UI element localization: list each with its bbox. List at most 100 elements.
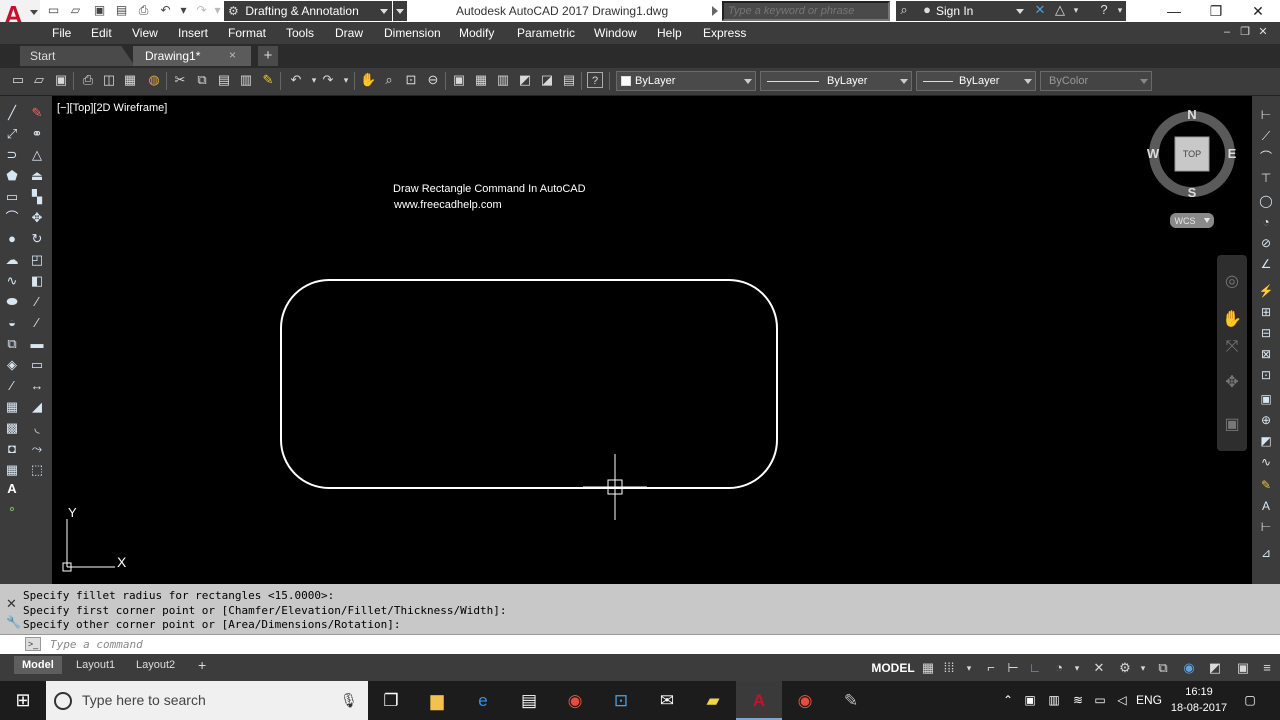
linear-dimension-icon[interactable]: ⊢ <box>1256 106 1276 124</box>
restore-button[interactable]: ❐ <box>1196 0 1236 22</box>
compass-south[interactable]: S <box>1188 185 1197 200</box>
save-as-icon[interactable]: ▤ <box>114 3 129 18</box>
sign-in-button[interactable]: Sign In <box>896 1 1032 21</box>
break-at-point-icon[interactable]: ▬ <box>28 335 46 353</box>
region-icon[interactable]: ◘ <box>3 440 21 458</box>
dimension-break-icon[interactable]: ⊡ <box>1256 366 1276 384</box>
pan-hand-icon[interactable]: ✋ <box>1221 309 1243 331</box>
search-expand-icon[interactable] <box>712 6 718 16</box>
angular-dimension-icon[interactable]: ∠ <box>1256 255 1276 273</box>
chevron-down-icon[interactable]: ▾ <box>338 72 354 88</box>
construction-line-icon[interactable]: ⤢ <box>3 125 21 143</box>
taskbar-clock[interactable]: 16:19 18-08-2017 <box>1166 684 1232 718</box>
tab-close-icon[interactable]: × <box>229 48 241 62</box>
menu-insert[interactable]: Insert <box>178 22 208 44</box>
notifications-icon[interactable]: ▢ <box>1238 681 1262 720</box>
redo-icon[interactable]: ↷ <box>320 72 336 88</box>
redo-icon[interactable]: ↷ <box>194 3 209 18</box>
tray-meet-icon[interactable]: ▥ <box>1044 681 1064 720</box>
menu-express[interactable]: Express <box>703 22 746 44</box>
ortho-mode-icon[interactable]: ∟ <box>1026 659 1044 677</box>
add-selected-icon[interactable]: ∘ <box>3 500 21 518</box>
arc-length-icon[interactable]: ⌒ <box>1256 148 1276 166</box>
doc-close-icon[interactable]: ✕ <box>1256 25 1270 39</box>
menu-draw[interactable]: Draw <box>335 22 363 44</box>
layout-tab-model[interactable]: Model <box>14 656 62 674</box>
chevron-down-icon[interactable]: ▾ <box>1068 659 1086 677</box>
insert-block-icon[interactable]: ⧉ <box>3 335 21 353</box>
dimension-space-icon[interactable]: ⊠ <box>1256 345 1276 363</box>
snap-mode-icon[interactable]: ⁞⁞⁞ <box>940 659 958 677</box>
tolerance-icon[interactable]: ▣ <box>1256 390 1276 408</box>
table-icon[interactable]: ▦ <box>3 461 21 479</box>
offset-icon[interactable]: ⏏ <box>28 167 46 185</box>
showmotion-icon[interactable]: ▣ <box>1221 414 1243 436</box>
model-space-button[interactable]: MODEL <box>870 658 916 678</box>
rectangle-icon[interactable]: ▭ <box>3 188 21 206</box>
dimension-edit-icon[interactable]: ✎ <box>1256 476 1276 494</box>
chevron-down-icon[interactable]: ▾ <box>960 659 978 677</box>
open-folder-icon[interactable]: ▱ <box>68 3 83 18</box>
annotation-title[interactable]: Draw Rectangle Command In AutoCAD <box>393 183 586 195</box>
publish-icon[interactable]: ▦ <box>122 72 138 88</box>
calculator-icon[interactable]: ▤ <box>561 72 577 88</box>
taskbar-search[interactable]: Type here to search <box>46 681 368 720</box>
isolate-objects-icon[interactable]: ◉ <box>1180 659 1198 677</box>
chevron-down-icon[interactable]: ▾ <box>1134 659 1152 677</box>
plotstyle-control-dropdown[interactable]: ByColor <box>1040 71 1152 91</box>
hardware-acceleration-icon[interactable]: ◩ <box>1206 659 1224 677</box>
baseline-dimension-icon[interactable]: ⊞ <box>1256 303 1276 321</box>
chrome-icon[interactable]: ◉ <box>552 681 598 720</box>
dimension-style-icon[interactable]: ⊿ <box>1256 544 1276 562</box>
stay-connected-icon[interactable]: △ <box>1052 2 1068 18</box>
polyline-icon[interactable]: ⊃ <box>3 146 21 164</box>
sticky-notes-icon[interactable]: ▰ <box>690 681 736 720</box>
zoom-window-icon[interactable]: ⊡ <box>403 72 419 88</box>
menu-dimension[interactable]: Dimension <box>384 22 441 44</box>
paste-icon[interactable]: ▤ <box>216 72 232 88</box>
explode-icon[interactable]: ⬚ <box>28 461 46 479</box>
annotation-monitor-icon[interactable]: ⧉ <box>1154 659 1172 677</box>
markup-set-icon[interactable]: ◪ <box>539 72 555 88</box>
layout-tab-layout2[interactable]: Layout2 <box>128 656 183 674</box>
match-properties-icon[interactable]: ✎ <box>260 72 276 88</box>
battery-icon[interactable]: ▭ <box>1090 681 1110 720</box>
binoculars-search-icon[interactable]: ⌕ <box>896 2 912 18</box>
sheet-set-icon[interactable]: ◩ <box>517 72 533 88</box>
autocad-taskbar-icon[interactable]: A <box>736 681 782 720</box>
compass-east[interactable]: E <box>1228 146 1237 161</box>
menu-window[interactable]: Window <box>594 22 637 44</box>
undo-dropdown-icon[interactable]: ▾ <box>176 3 191 18</box>
polygon-icon[interactable]: ⬟ <box>3 167 21 185</box>
center-mark-icon[interactable]: ⊕ <box>1256 411 1276 429</box>
plot-icon[interactable]: ⎙ <box>136 3 151 18</box>
tray-app-icon[interactable]: ▣ <box>1020 681 1040 720</box>
help-icon[interactable]: ? <box>587 72 603 88</box>
array-icon[interactable]: ▚ <box>28 188 46 206</box>
menu-format[interactable]: Format <box>228 22 266 44</box>
ellipse-arc-icon[interactable]: ◒ <box>3 314 21 332</box>
point-icon[interactable]: ⁄ <box>3 377 21 395</box>
spline-icon[interactable]: ∿ <box>3 272 21 290</box>
orbit-icon[interactable]: ✥ <box>1221 372 1243 394</box>
chrome-icon-2[interactable]: ◉ <box>782 681 828 720</box>
menu-view[interactable]: View <box>132 22 158 44</box>
chevron-down-icon[interactable]: ▾ <box>1068 2 1084 18</box>
revision-cloud-icon[interactable]: ☁ <box>3 251 21 269</box>
design-center-palette-icon[interactable]: ▦ <box>473 72 489 88</box>
command-prompt-icon[interactable]: >_ <box>25 637 41 651</box>
break-icon[interactable]: ▭ <box>28 356 46 374</box>
mail-icon[interactable]: ✉ <box>644 681 690 720</box>
store-icon[interactable]: ▤ <box>506 681 552 720</box>
chevron-down-icon[interactable]: ▾ <box>1112 2 1128 18</box>
undo-icon[interactable]: ↶ <box>288 72 304 88</box>
microphone-icon[interactable]: 🎙 <box>340 691 358 709</box>
steering-wheel-icon[interactable]: ◎ <box>1221 271 1243 293</box>
linetype-control-dropdown[interactable]: ByLayer <box>760 71 912 91</box>
command-input[interactable] <box>50 636 1250 652</box>
minimize-button[interactable]: — <box>1154 0 1194 22</box>
diameter-dimension-icon[interactable]: ⊘ <box>1256 234 1276 252</box>
ellipse-icon[interactable]: ⬬ <box>3 293 21 311</box>
save-icon[interactable]: ▣ <box>53 72 69 88</box>
plot-icon[interactable]: ⎙ <box>80 72 96 88</box>
